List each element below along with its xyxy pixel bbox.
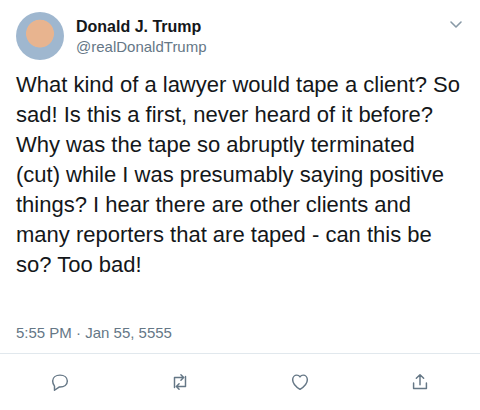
chevron-down-icon[interactable] <box>448 16 464 32</box>
tweet-text: What kind of a lawyer would tape a clien… <box>0 70 480 280</box>
retweet-icon[interactable] <box>169 371 191 393</box>
tweet-header: Donald J. Trump @realDonaldTrump <box>0 0 480 60</box>
tweet-timestamp[interactable]: 5:55 PM · Jan 55, 5555 <box>0 324 480 353</box>
tweet-card: Donald J. Trump @realDonaldTrump What kind… <box>0 0 480 410</box>
author-handle[interactable]: @realDonaldTrump <box>76 38 436 55</box>
action-bar <box>0 353 480 410</box>
author-name[interactable]: Donald J. Trump <box>76 18 436 36</box>
avatar-photo[interactable] <box>16 12 64 60</box>
author-info: Donald J. Trump @realDonaldTrump <box>76 18 436 55</box>
reply-icon[interactable] <box>49 371 71 393</box>
share-icon[interactable] <box>409 371 431 393</box>
heart-icon[interactable] <box>289 371 311 393</box>
